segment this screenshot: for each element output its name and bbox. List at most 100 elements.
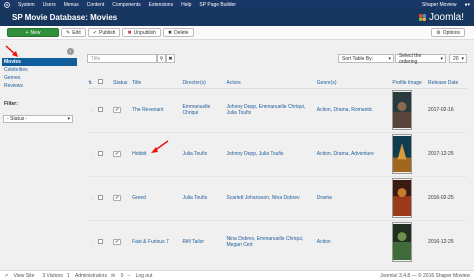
movie-title-link[interactable]: Greed — [132, 195, 146, 201]
menu-content[interactable]: Content — [83, 0, 109, 9]
published-icon[interactable]: ✔ — [113, 151, 122, 157]
movies-table: ⇅ Status Title Director(s) Actors Genre(… — [87, 70, 467, 264]
menu-system[interactable]: System — [14, 0, 39, 9]
administrators-badge: 1 Administrators — [66, 272, 107, 279]
row-checkbox[interactable] — [98, 238, 104, 244]
genres-link[interactable]: Action, Drama, Romantic — [317, 107, 373, 113]
chevron-down-icon: ▾ — [388, 55, 391, 62]
profile-image-header[interactable]: Profile Image — [391, 70, 428, 89]
version-text: Joomla! 3.4.8 — © 2016 Shaper Moview — [380, 272, 470, 279]
menu-menus[interactable]: Menus — [60, 0, 83, 9]
movie-poster-image — [392, 178, 413, 218]
drag-handle-icon[interactable]: ⋮ — [87, 219, 98, 264]
site-name-link[interactable]: Shaper Moview — [418, 0, 460, 9]
visitors-badge: 3 Visitors — [42, 272, 63, 279]
actors-link[interactable]: Johnny Depp, Emmanuelle Chriqui, Julia T… — [227, 104, 306, 116]
clear-icon[interactable]: ✖ — [166, 54, 175, 63]
user-menu-icon[interactable]: ●▾ — [460, 0, 474, 9]
row-checkbox[interactable] — [98, 194, 104, 200]
table-header-row: ⇅ Status Title Director(s) Actors Genre(… — [87, 70, 467, 89]
row-select-cell — [97, 131, 113, 176]
search-input[interactable]: Title — [87, 54, 157, 63]
actors-cell: Johnny Depp, Emmanuelle Chriqui, Julia T… — [225, 87, 316, 132]
sidebar-toggle-icon[interactable]: ‹ — [67, 48, 74, 55]
sidebar-item-movies[interactable]: Movies — [2, 58, 77, 66]
title-cell: Hobbit — [131, 131, 182, 176]
actors-header[interactable]: Actors — [225, 70, 316, 89]
title-cell: Fast & Furious 7 — [131, 219, 182, 264]
genres-link[interactable]: Action, Drama, Adventure — [317, 151, 374, 157]
view-site-link[interactable]: ↗ View Site — [4, 273, 34, 279]
director-link[interactable]: Emmanuelle Chriqui — [182, 104, 210, 116]
director-link[interactable]: Julia Toufis — [182, 151, 207, 157]
release-date-header[interactable]: Release Date — [427, 70, 467, 89]
select-all-header — [97, 70, 113, 89]
status-cell: ✔ — [112, 87, 132, 132]
published-icon[interactable]: ✔ — [113, 195, 122, 201]
director-cell: Rifil Tailor — [181, 219, 226, 264]
poster-cell — [391, 131, 428, 176]
published-icon[interactable]: ✔ — [113, 107, 122, 113]
gear-icon: ⚙ — [436, 29, 441, 36]
actors-link[interactable]: Johnny Depp, Julia Toufis — [227, 151, 284, 157]
title-header[interactable]: Title — [131, 70, 182, 89]
menu-extensions[interactable]: Extensions — [145, 0, 177, 9]
movie-title-link[interactable]: Hobbit — [132, 151, 146, 157]
ordering-select[interactable]: Select the ordering ▾ — [395, 53, 446, 65]
drag-handle-icon[interactable]: ⋮ — [87, 87, 98, 132]
actors-link[interactable]: Nina Dobrev, Emmanuelle Chriqui, Megan C… — [227, 236, 304, 248]
drag-handle-icon[interactable]: ⋮ — [87, 131, 98, 176]
sidebar-item-celebrities[interactable]: Celebrities — [2, 66, 77, 74]
sidebar-item-genres[interactable]: Genres — [2, 74, 77, 82]
joomla-brand-text: Joomla! — [428, 12, 464, 23]
logout-link[interactable]: − Log out — [127, 273, 152, 279]
publish-button[interactable]: ✔ Publish — [87, 28, 121, 37]
title-cell: Greed — [131, 175, 182, 220]
chevron-down-icon: ▾ — [67, 116, 70, 122]
director-cell: Emmanuelle Chriqui — [181, 87, 226, 132]
plus-icon: + — [25, 29, 29, 36]
movie-poster-image — [392, 90, 413, 130]
edit-button[interactable]: ✎ Edit — [61, 28, 86, 37]
director-link[interactable]: Rifil Tailor — [182, 239, 204, 245]
menu-help[interactable]: Help — [177, 0, 195, 9]
joomla-logo-icon[interactable] — [0, 0, 14, 9]
menu-users[interactable]: Users — [39, 0, 60, 9]
director-cell: Julia Toufis — [181, 131, 226, 176]
options-button[interactable]: ⚙ Options — [431, 28, 465, 37]
movie-title-link[interactable]: Fast & Furious 7 — [132, 239, 169, 245]
status-filter-select[interactable]: - Status - ▾ — [3, 115, 73, 123]
status-cell: ✔ — [112, 131, 132, 176]
row-checkbox[interactable] — [98, 106, 104, 112]
drag-handle-icon[interactable]: ⋮ — [87, 175, 98, 220]
menu-components[interactable]: Components — [108, 0, 144, 9]
movie-title-link[interactable]: The Revenant — [132, 107, 163, 113]
status-header[interactable]: Status — [112, 70, 132, 89]
search-icon[interactable]: ⚲ — [157, 54, 166, 63]
release-date-cell: 2017-12-25 — [427, 131, 467, 176]
genres-link[interactable]: Action — [317, 239, 331, 245]
published-icon[interactable]: ✔ — [113, 239, 122, 246]
filter-heading: Filter: — [4, 101, 18, 107]
sort-table-select[interactable]: Sort Table By: ▾ — [338, 54, 394, 63]
release-date-cell: 2016-02-25 — [427, 175, 467, 220]
director-header[interactable]: Director(s) — [181, 70, 226, 89]
genres-link[interactable]: Drama — [317, 195, 332, 201]
actors-cell: Scarlett Johansson, Nina Dobrev — [225, 175, 316, 220]
limit-select[interactable]: 20 ▾ — [449, 54, 467, 63]
director-link[interactable]: Julia Toufis — [182, 195, 207, 201]
status-cell: ✔ — [112, 219, 132, 264]
delete-button[interactable]: ✖ Delete — [162, 28, 194, 37]
actors-link[interactable]: Scarlett Johansson, Nina Dobrev — [227, 195, 300, 201]
sidebar-item-reviews[interactable]: Reviews — [2, 82, 77, 90]
unpublish-button[interactable]: ✖ Unpublish — [122, 28, 161, 37]
toolbar: + New ✎ Edit ✔ Publish ✖ Unpublish ✖ Delete ⚙… — [0, 26, 474, 40]
messages-badge[interactable]: ✉ 0 — [111, 273, 123, 279]
genres-header[interactable]: Genre(s) — [315, 70, 392, 89]
director-cell: Julia Toufis — [181, 175, 226, 220]
select-all-checkbox[interactable] — [98, 78, 104, 84]
menu-sp-page-builder[interactable]: SP Page Builder — [195, 0, 240, 9]
release-date-cell: 2016-12-25 — [427, 219, 467, 264]
row-checkbox[interactable] — [98, 150, 104, 156]
new-button[interactable]: + New — [7, 28, 59, 37]
